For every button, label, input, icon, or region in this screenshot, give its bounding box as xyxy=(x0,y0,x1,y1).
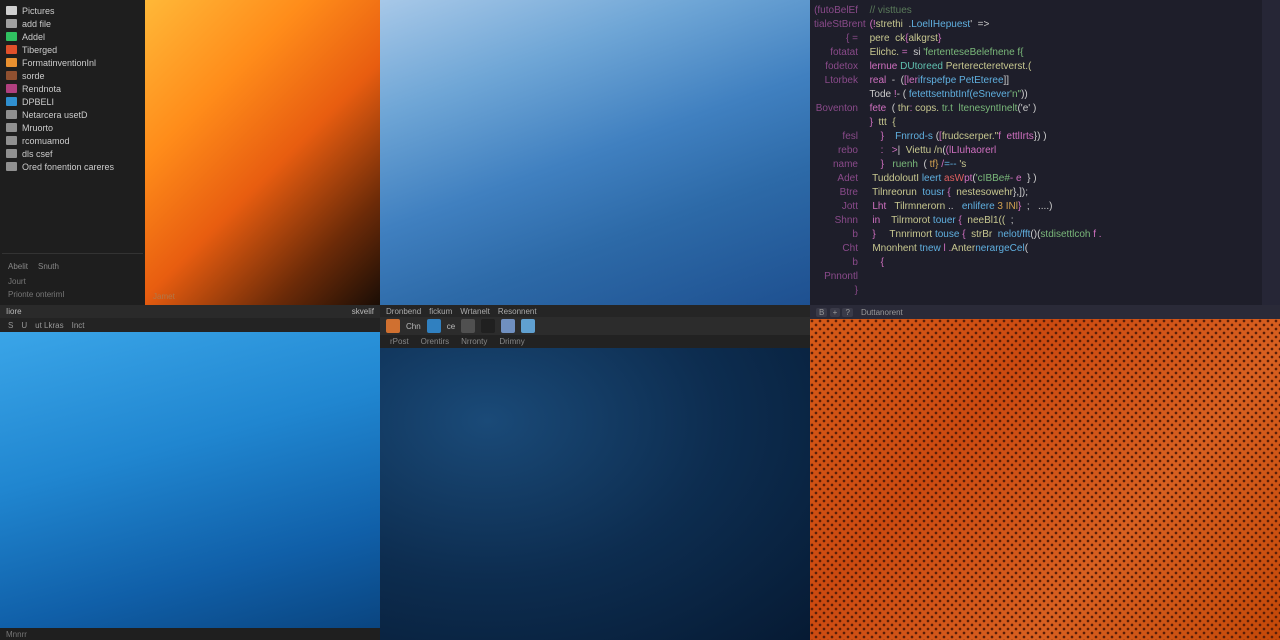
sidebar-item-9[interactable]: Mruorto xyxy=(2,121,143,134)
sidebar-item-label: dls csef xyxy=(22,149,53,159)
sidebar-item-label: Netarcera usetD xyxy=(22,110,88,120)
gradient-preview-orange: Jamet xyxy=(145,0,380,305)
viewport-blue xyxy=(0,332,380,628)
title-right: skvelif xyxy=(352,307,374,316)
gradient-label: Jamet xyxy=(153,292,175,301)
sidebar-footer-d: Prionte onterimI xyxy=(8,290,64,299)
toolbar-icon-2[interactable] xyxy=(461,319,475,333)
folder-icon xyxy=(6,19,17,28)
folder-icon xyxy=(6,110,17,119)
sidebar-item-6[interactable]: Rendnota xyxy=(2,82,143,95)
editor-content[interactable]: // visttues (!strethi .LoelIHepuest' => … xyxy=(862,0,1262,305)
window-blue-desktop: Iiore skvelif SUut Lkras Inct Mnnrr xyxy=(0,305,380,640)
terminal-btn-1[interactable]: + xyxy=(830,308,841,317)
sub-menu: rPost Orentirs Nrronty Drimny xyxy=(380,335,810,348)
toolbar-label-0: Chn xyxy=(406,322,421,331)
folder-icon xyxy=(6,149,17,158)
sidebar-item-label: add file xyxy=(22,19,51,29)
sidebar-item-12[interactable]: Ored fonention careres xyxy=(2,160,143,173)
menu-item-2[interactable]: ut Lkras xyxy=(33,321,65,330)
folder-icon xyxy=(6,45,17,54)
terminal-panel: B + ? Duttanorent xyxy=(810,305,1280,640)
menu-item-1[interactable]: U xyxy=(19,321,29,330)
sidebar-item-label: Rendnota xyxy=(22,84,61,94)
sidebar-item-5[interactable]: sorde xyxy=(2,69,143,82)
editor-side-strip xyxy=(1262,0,1280,305)
toolbar-icon-5[interactable] xyxy=(521,319,535,333)
toolbar: Chn ce xyxy=(380,317,810,335)
submenu-item-1[interactable]: Orentirs xyxy=(421,337,449,346)
folder-icon xyxy=(6,162,17,171)
sidebar-item-8[interactable]: Netarcera usetD xyxy=(2,108,143,121)
toolbar-icon-1[interactable] xyxy=(427,319,441,333)
sidebar-item-label: FormatinventionInl xyxy=(22,58,96,68)
folder-icon xyxy=(6,71,17,80)
sidebar-item-label: sorde xyxy=(22,71,45,81)
sidebar-item-label: Mruorto xyxy=(22,123,53,133)
sidebar-item-label: Tiberged xyxy=(22,45,57,55)
toolbar-icon-4[interactable] xyxy=(501,319,515,333)
sidebar-item-label: Ored fonention careres xyxy=(22,162,114,172)
window-dark-blue: Dronbend fickum Wrtanelt Resonnent Chn ce rP… xyxy=(380,305,810,640)
submenu-item-0[interactable]: rPost xyxy=(390,337,409,346)
file-sidebar: Pictures add file Addel Tiberged Formatinven… xyxy=(0,0,145,305)
file-sidebar-panel: Pictures add file Addel Tiberged Formatinven… xyxy=(0,0,380,305)
code-editor[interactable]: (futoBelEf tialeStBrent { = fotatat fode… xyxy=(810,0,1280,305)
toolbar-label-1: ce xyxy=(447,322,455,331)
sidebar-footer-a[interactable]: Abelit xyxy=(8,262,28,271)
folder-icon xyxy=(6,58,17,67)
folder-icon xyxy=(6,6,17,15)
menu-item-3[interactable]: Inct xyxy=(70,321,87,330)
title-seg-0[interactable]: Dronbend xyxy=(386,307,421,316)
sidebar-item-7[interactable]: DPBELI xyxy=(2,95,143,108)
texture-orange-noise xyxy=(810,319,1280,640)
folder-icon xyxy=(6,32,17,41)
sidebar-footer-b[interactable]: Snuth xyxy=(38,262,59,271)
folder-icon xyxy=(6,97,17,106)
sidebar-item-label: rcomuamod xyxy=(22,136,70,146)
sidebar-footer-c: Jourt xyxy=(8,277,26,286)
sidebar-item-10[interactable]: rcomuamod xyxy=(2,134,143,147)
folder-icon xyxy=(6,136,17,145)
sidebar-item-label: DPBELI xyxy=(22,97,54,107)
sidebar-item-label: Addel xyxy=(22,32,45,42)
terminal-btn-0[interactable]: B xyxy=(816,308,827,317)
sidebar-item-2[interactable]: Addel xyxy=(2,30,143,43)
terminal-bar: B + ? Duttanorent xyxy=(810,305,1280,319)
title-left: Iiore xyxy=(6,307,22,316)
viewport-darkblue xyxy=(380,348,810,640)
sidebar-item-11[interactable]: dls csef xyxy=(2,147,143,160)
sidebar-item-4[interactable]: FormatinventionInl xyxy=(2,56,143,69)
title-seg-1[interactable]: fickum xyxy=(429,307,452,316)
title-seg-3[interactable]: Resonnent xyxy=(498,307,537,316)
window-titlebar-2[interactable]: Dronbend fickum Wrtanelt Resonnent xyxy=(380,305,810,317)
sidebar-item-0[interactable]: Pictures xyxy=(2,4,143,17)
submenu-item-3[interactable]: Drimny xyxy=(499,337,524,346)
window-menu: SUut Lkras Inct xyxy=(0,318,380,332)
toolbar-icon-0[interactable] xyxy=(386,319,400,333)
folder-icon xyxy=(6,84,17,93)
sidebar-item-1[interactable]: add file xyxy=(2,17,143,30)
status-text: Mnnrr xyxy=(6,630,27,639)
folder-icon xyxy=(6,123,17,132)
window-titlebar[interactable]: Iiore skvelif xyxy=(0,305,380,318)
sidebar-item-3[interactable]: Tiberged xyxy=(2,43,143,56)
toolbar-icon-3[interactable] xyxy=(481,319,495,333)
menu-item-0[interactable]: S xyxy=(6,321,15,330)
terminal-btn-2[interactable]: ? xyxy=(842,308,852,317)
title-seg-2[interactable]: Wrtanelt xyxy=(460,307,490,316)
editor-gutter: (futoBelEf tialeStBrent { = fotatat fode… xyxy=(810,0,862,305)
gradient-preview-blue xyxy=(380,0,810,305)
submenu-item-2[interactable]: Nrronty xyxy=(461,337,487,346)
sidebar-item-label: Pictures xyxy=(22,6,55,16)
terminal-label: Duttanorent xyxy=(861,308,903,317)
